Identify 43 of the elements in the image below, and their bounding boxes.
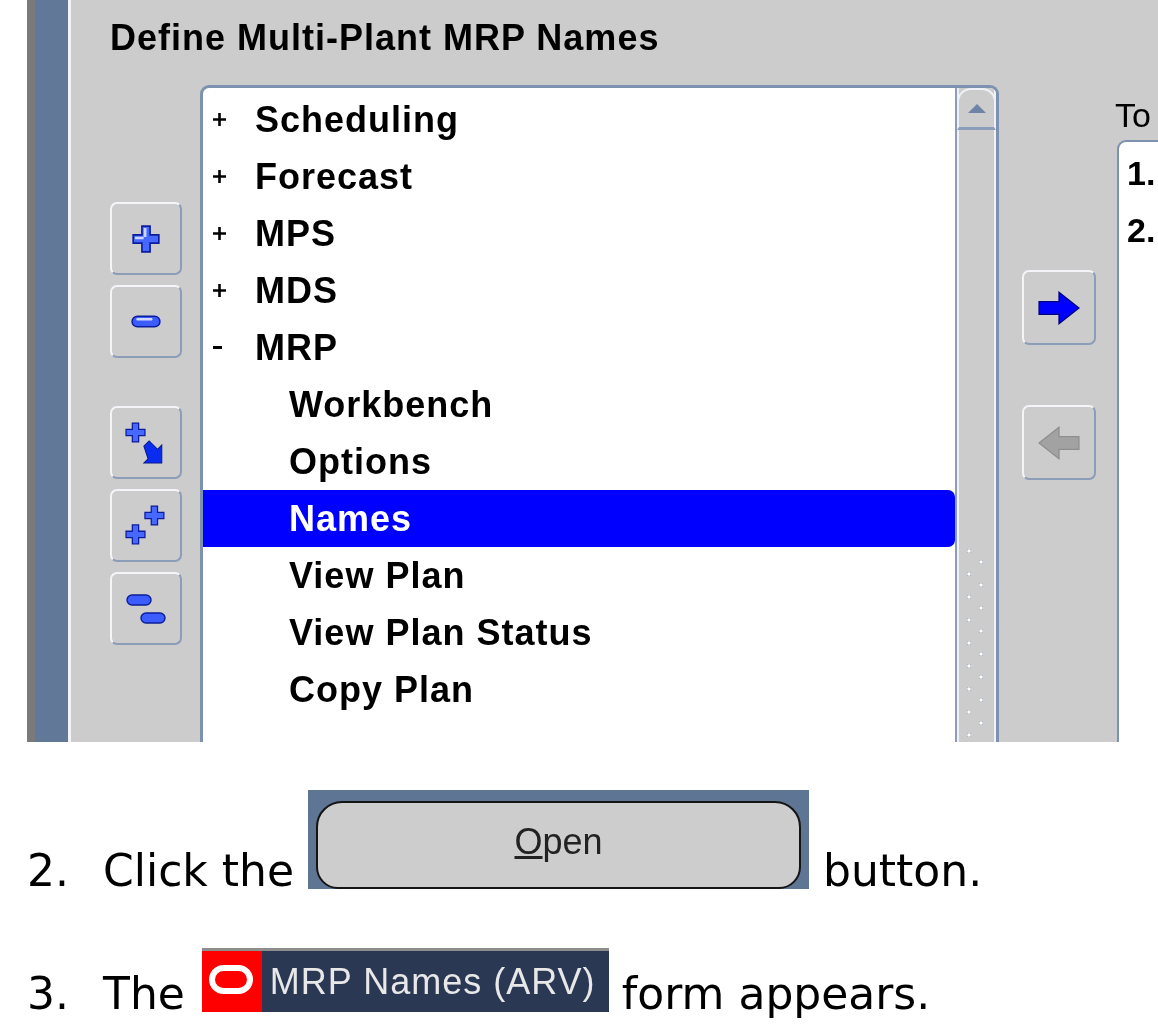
window-title: MRP Names (ARV) [269,960,596,1003]
plus-icon [132,224,160,253]
form-title: Define Multi-Plant MRP Names [110,16,660,60]
list-item[interactable]: 2. [1127,202,1158,259]
collapse-all-button[interactable] [110,572,182,645]
instruction-text: button. [823,849,983,893]
scroll-up-button[interactable] [957,88,996,130]
expand-button[interactable] [110,202,182,275]
instruction-text: Click the [103,849,295,893]
list-label: To [1115,95,1151,135]
double-plus-icon [125,504,167,547]
plus-icon[interactable] [213,113,226,126]
tree-item[interactable]: Options [203,433,955,490]
tree-item[interactable]: Workbench [203,376,955,433]
tree-item[interactable]: MRP [203,319,955,376]
list-item[interactable]: 1. [1127,145,1158,202]
scrollbar[interactable] [955,88,996,742]
step-number: 3. [27,972,70,1016]
open-button[interactable]: Open [316,801,802,889]
move-right-button[interactable] [1022,270,1096,345]
double-minus-icon [126,593,166,624]
left-arrow-icon [1038,425,1080,460]
up-triangle-icon [967,104,986,113]
step-number: 2. [27,849,70,893]
tree-item[interactable]: Scheduling [203,91,955,148]
tree-item[interactable]: Forecast [203,148,955,205]
expand-all-button[interactable] [110,489,182,562]
instruction-text: form appears. [621,972,931,1016]
minus-icon [131,315,161,328]
tree-item[interactable]: View Plan Status [203,604,955,661]
expand-branch-button[interactable] [110,406,182,479]
right-arrow-icon [1038,290,1080,325]
plus-icon[interactable] [213,284,226,297]
tree-item[interactable]: View Plan [203,547,955,604]
instruction-text: The [103,972,185,1016]
ring-icon [201,951,262,1012]
tree-item[interactable]: Copy Plan [203,661,955,718]
plus-icon[interactable] [213,227,226,240]
tree-item[interactable]: MPS [203,205,955,262]
tree-item[interactable]: Names [203,490,955,547]
collapse-button[interactable] [110,285,182,358]
tree-item[interactable]: MDS [203,262,955,319]
plus-icon[interactable] [213,170,226,183]
